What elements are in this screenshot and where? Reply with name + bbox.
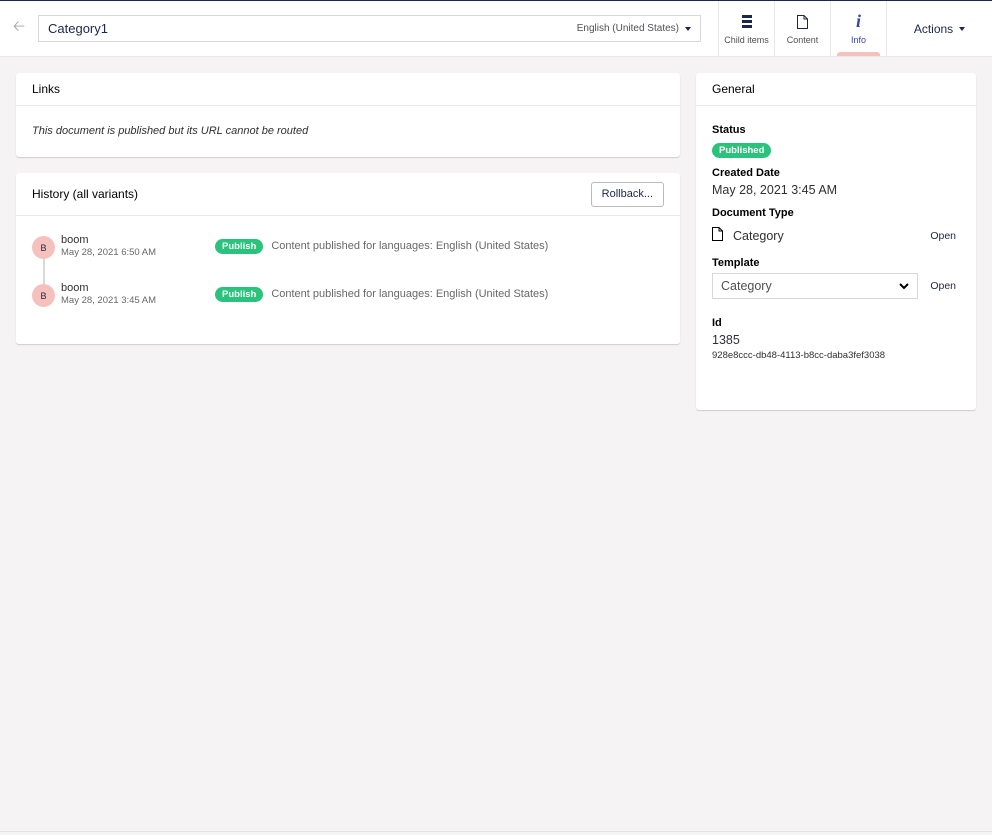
list-icon: [741, 13, 752, 31]
created-date-value: May 28, 2021 3:45 AM: [712, 183, 838, 197]
document-icon: [712, 227, 723, 244]
status-label: Status: [712, 124, 746, 136]
caret-down-icon: [959, 26, 966, 31]
history-list: B boom May 28, 2021 6:50 AM Publish Cont…: [16, 216, 680, 330]
footer-divider: [0, 831, 992, 832]
status-badge: Published: [712, 143, 772, 158]
history-date: May 28, 2021 6:50 AM: [61, 247, 157, 258]
history-title: History (all variants): [32, 187, 139, 201]
tab-child-items[interactable]: Child items: [719, 1, 775, 56]
node-name-input[interactable]: [48, 21, 448, 36]
language-label: English (United States): [576, 23, 679, 34]
id-label: Id: [712, 317, 722, 329]
rollback-button[interactable]: Rollback...: [590, 181, 664, 207]
general-header: General: [696, 73, 976, 106]
app-tabs: Child items Content i Info: [718, 1, 887, 56]
document-icon: [797, 13, 808, 31]
avatar: B: [32, 284, 55, 307]
document-type-label: Document Type: [712, 207, 794, 219]
template-label: Template: [712, 257, 760, 269]
history-panel: History (all variants) Rollback... B boo…: [16, 173, 680, 344]
publish-badge: Publish: [215, 239, 264, 254]
history-message: Content published for languages: English…: [271, 240, 549, 252]
template-select[interactable]: Category: [712, 273, 918, 299]
general-panel: General Status Published Created Date Ma…: [696, 73, 976, 410]
id-value: 1385: [712, 333, 740, 347]
arrow-left-icon: 🡠: [12, 18, 26, 35]
tab-info[interactable]: i Info: [831, 1, 887, 56]
history-entry: B boom May 28, 2021 3:45 AM Publish Cont…: [32, 282, 664, 330]
history-date: May 28, 2021 3:45 AM: [61, 295, 157, 306]
template-row: Category Open: [712, 273, 960, 299]
history-entry: B boom May 28, 2021 6:50 AM Publish Cont…: [32, 234, 664, 282]
links-message: This document is published but its URL c…: [32, 125, 309, 137]
publish-badge: Publish: [215, 287, 264, 302]
tab-content[interactable]: Content: [775, 1, 831, 56]
tab-label: Info: [850, 34, 866, 45]
guid-value: 928e8ccc-db48-4113-b8cc-daba3fef3038: [712, 350, 886, 361]
avatar: B: [32, 236, 55, 259]
created-date-label: Created Date: [712, 167, 780, 179]
editor-header: 🡠 English (United States) Child items Co…: [0, 1, 992, 57]
links-title: Links: [32, 82, 61, 96]
history-user: boom: [61, 282, 89, 294]
links-header: Links: [16, 73, 680, 106]
actions-label: Actions: [913, 21, 954, 36]
links-panel: Links This document is published but its…: [16, 73, 680, 157]
language-switcher[interactable]: English (United States): [577, 23, 691, 34]
caret-down-icon: [685, 26, 691, 31]
document-type-row: Category Open: [712, 227, 960, 244]
open-template-link[interactable]: Open: [930, 280, 956, 292]
info-icon: i: [855, 11, 861, 31]
open-document-type-link[interactable]: Open: [930, 230, 956, 242]
history-header: History (all variants) Rollback...: [16, 173, 680, 216]
template-selected: Category: [721, 279, 772, 293]
history-message: Content published for languages: English…: [271, 288, 549, 300]
tab-label: Child items: [724, 34, 769, 45]
back-button[interactable]: 🡠: [0, 1, 38, 56]
tab-label: Content: [786, 34, 819, 45]
node-name-field: English (United States): [38, 15, 701, 42]
general-title: General: [712, 82, 755, 96]
actions-menu-button[interactable]: Actions: [887, 1, 992, 56]
document-type-value: Category: [733, 228, 784, 243]
history-user: boom: [61, 234, 89, 246]
chevron-down-icon: [899, 279, 909, 293]
